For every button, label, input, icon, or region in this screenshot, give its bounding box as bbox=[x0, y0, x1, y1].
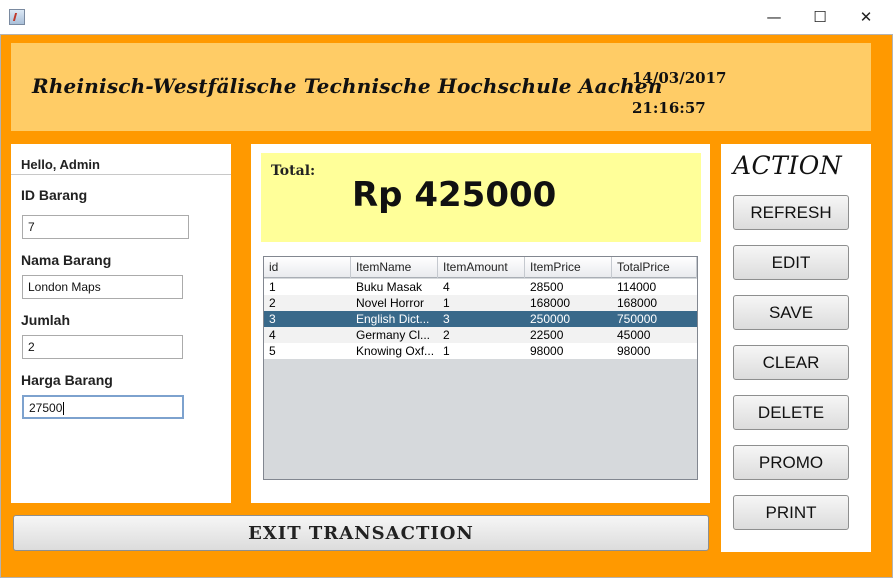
delete-button[interactable]: DELETE bbox=[733, 395, 849, 430]
table-row[interactable]: 4 Germany Cl... 2 22500 45000 bbox=[264, 327, 697, 343]
cell-totalprice: 45000 bbox=[617, 328, 651, 342]
title-bar: — ☐ ✕ bbox=[0, 0, 893, 34]
text-caret bbox=[63, 402, 65, 416]
cell-id: 4 bbox=[269, 328, 276, 342]
cell-itemprice: 98000 bbox=[530, 344, 564, 358]
total-value: Rp 425000 bbox=[352, 175, 557, 215]
cell-itemprice: 168000 bbox=[530, 296, 571, 310]
cell-itemprice: 22500 bbox=[530, 328, 564, 342]
column-header-totalprice[interactable]: TotalPrice bbox=[612, 257, 697, 278]
jumlah-value: 2 bbox=[28, 340, 35, 354]
cell-id: 5 bbox=[269, 344, 276, 358]
nama-barang-value: London Maps bbox=[28, 280, 101, 294]
cell-itemamount: 1 bbox=[443, 296, 450, 310]
cell-totalprice: 750000 bbox=[617, 312, 658, 326]
cell-id: 2 bbox=[269, 296, 276, 310]
cell-itemname: English Dict... bbox=[356, 312, 430, 326]
maximize-icon: ☐ bbox=[813, 8, 827, 26]
cell-itemamount: 2 bbox=[443, 328, 450, 342]
close-icon: ✕ bbox=[859, 8, 873, 26]
table-row[interactable]: 5 Knowing Oxf... 1 98000 98000 bbox=[264, 343, 697, 359]
cell-itemname: Germany Cl... bbox=[356, 328, 431, 342]
cell-itemamount: 4 bbox=[443, 280, 450, 294]
nama-barang-label: Nama Barang bbox=[21, 252, 112, 268]
column-header-id[interactable]: id bbox=[264, 257, 351, 278]
table-header: id ItemName ItemAmount ItemPrice TotalPr… bbox=[264, 257, 697, 278]
id-barang-label: ID Barang bbox=[21, 187, 88, 203]
cell-itemname: Knowing Oxf... bbox=[356, 344, 435, 358]
table-row-selected[interactable]: 3 English Dict... 3 250000 750000 bbox=[264, 311, 697, 327]
column-header-itemname[interactable]: ItemName bbox=[351, 257, 438, 278]
maximize-button[interactable]: ☐ bbox=[797, 0, 843, 34]
cell-itemname: Novel Horror bbox=[356, 296, 425, 310]
print-button[interactable]: PRINT bbox=[733, 495, 849, 530]
action-title: ACTION bbox=[733, 151, 843, 180]
java-app-icon bbox=[9, 9, 25, 25]
cell-totalprice: 168000 bbox=[617, 296, 658, 310]
id-barang-field[interactable]: 7 bbox=[22, 215, 189, 239]
clear-button[interactable]: CLEAR bbox=[733, 345, 849, 380]
date-display: 14/03/2017 bbox=[632, 69, 727, 87]
nama-barang-field[interactable]: London Maps bbox=[22, 275, 183, 299]
refresh-button[interactable]: REFRESH bbox=[733, 195, 849, 230]
table-row[interactable]: 2 Novel Horror 1 168000 168000 bbox=[264, 295, 697, 311]
promo-button[interactable]: PROMO bbox=[733, 445, 849, 480]
table-body: 1 Buku Masak 4 28500 114000 2 Novel Horr… bbox=[264, 279, 697, 359]
table-row[interactable]: 1 Buku Masak 4 28500 114000 bbox=[264, 279, 697, 295]
minimize-button[interactable]: — bbox=[751, 0, 797, 34]
harga-barang-label: Harga Barang bbox=[21, 372, 113, 388]
total-label: Total: bbox=[271, 163, 316, 179]
harga-barang-field[interactable]: 27500 bbox=[22, 395, 184, 419]
edit-button[interactable]: EDIT bbox=[733, 245, 849, 280]
greeting-divider bbox=[11, 174, 231, 175]
column-header-itemamount[interactable]: ItemAmount bbox=[438, 257, 525, 278]
id-barang-value: 7 bbox=[28, 220, 35, 234]
cell-itemamount: 3 bbox=[443, 312, 450, 326]
time-display: 21:16:57 bbox=[632, 99, 706, 117]
cell-itemprice: 250000 bbox=[530, 312, 571, 326]
cell-id: 3 bbox=[269, 312, 276, 326]
greeting-label: Hello, Admin bbox=[21, 157, 100, 172]
jumlah-field[interactable]: 2 bbox=[22, 335, 183, 359]
cell-id: 1 bbox=[269, 280, 276, 294]
harga-barang-value: 27500 bbox=[29, 401, 63, 415]
university-name: Rheinisch-Westfälische Technische Hochsc… bbox=[32, 74, 663, 98]
close-button[interactable]: ✕ bbox=[843, 0, 889, 34]
exit-transaction-button[interactable]: EXIT TRANSACTION bbox=[13, 515, 709, 551]
items-table[interactable]: id ItemName ItemAmount ItemPrice TotalPr… bbox=[263, 256, 698, 480]
cell-itemamount: 1 bbox=[443, 344, 450, 358]
save-button[interactable]: SAVE bbox=[733, 295, 849, 330]
cell-itemname: Buku Masak bbox=[356, 280, 423, 294]
cell-totalprice: 114000 bbox=[617, 280, 657, 294]
jumlah-label: Jumlah bbox=[21, 312, 71, 328]
cell-itemprice: 28500 bbox=[530, 280, 564, 294]
minimize-icon: — bbox=[766, 8, 782, 26]
column-header-itemprice[interactable]: ItemPrice bbox=[525, 257, 612, 278]
cell-totalprice: 98000 bbox=[617, 344, 651, 358]
